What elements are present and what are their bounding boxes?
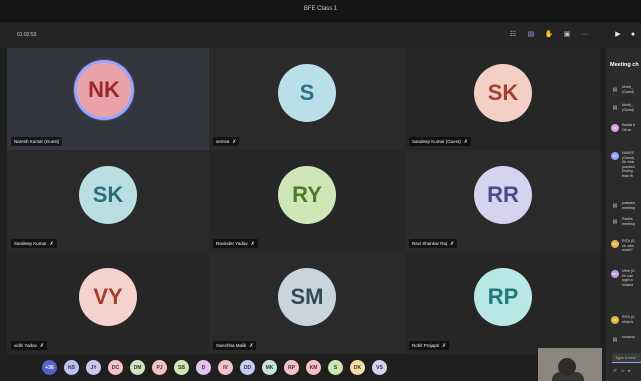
title-bar: BFE Class 1 [0,0,641,22]
chat-message-text: Mohit_ (Guest) [622,85,634,94]
call-controls: ☷ ▤ ✋ ▣ ··· [508,28,590,40]
participant-mini-avatar[interactable]: MK [262,360,277,375]
chat-message-text: Kavita K Ok sir [622,123,636,132]
chat-format-tools[interactable]: ✐☺▸ [613,368,634,374]
participant-mini-avatar[interactable]: DC [108,360,123,375]
raise-hand-icon[interactable]: ✋ [544,28,554,40]
chat-message-text: RITA (G what is [622,315,635,324]
sender-avatar: RY [611,316,619,324]
participant-name: Ravi Shankar Raj ✗ [409,239,458,248]
participant-tile[interactable]: RP Rohit Prajapti ✗ [405,252,601,354]
participant-mini-avatar[interactable]: DD [240,360,255,375]
participant-mini-avatar[interactable]: +36 [42,360,57,375]
chat-input[interactable]: Type a new [612,353,641,363]
system-event-icon: ▤ [612,219,618,225]
self-video-preview[interactable] [538,348,602,381]
system-event-icon: ▤ [612,203,618,209]
participant-avatar: RR [474,166,532,224]
mic-muted-icon: ✗ [49,240,54,247]
participant-avatar: RP [474,268,532,326]
call-toolbar: 01:02:53 ☷ ▤ ✋ ▣ ··· ▶ ● [0,22,641,48]
meeting-chat-panel: Meeting ch ▤ Mohit_ (Guest) ▤ Mohit_ (Guest… [606,48,641,381]
participants-icon[interactable]: ☷ [508,28,518,40]
participant-name: Naresh Kumar (Guest) [11,137,63,146]
call-timer: 01:02:53 [17,32,37,38]
participant-name: Rohit Prajapti ✗ [409,341,450,350]
overflow-avatars: +36 NS JY DC DM PJ SB D IV DD MK RP KM S DK VS [42,360,387,375]
participant-tile[interactable]: SK Sandeep Kumar (Guest) ✗ [405,48,601,150]
chat-message-text: RITA (G sir, whe exam? [622,239,635,253]
participant-avatar: RY [278,166,336,224]
participant-avatar: SK [474,64,532,122]
participant-mini-avatar[interactable]: PJ [152,360,167,375]
breakout-rooms-icon[interactable]: ▣ [562,28,572,40]
sender-avatar: KK [611,124,619,132]
chat-message-text: Mohit_ (Guest) [622,103,634,112]
chat-message-text: prakash meeting [622,201,635,210]
sender-avatar: RY [611,240,619,248]
participant-mini-avatar[interactable]: IV [218,360,233,375]
mic-muted-icon: ✗ [39,342,45,349]
chat-message-text: Radha meeting [622,217,635,226]
system-event-icon: ▤ [612,105,618,111]
participant-mini-avatar[interactable]: D [196,360,211,375]
window-title: BFE Class 1 [303,6,338,12]
more-actions-icon[interactable]: ··· [580,28,590,40]
participant-avatar: NK [77,63,131,117]
participant-avatar: SK [79,166,137,224]
sender-avatar: NK [611,152,619,160]
chat-message-text: sunaina [622,335,635,339]
participant-name: Sandeep Kumar (Guest) ✗ [409,137,471,146]
participant-mini-avatar[interactable]: RP [284,360,299,375]
participant-mini-avatar[interactable]: NS [64,360,79,375]
participant-mini-avatar[interactable]: DM [130,360,145,375]
participant-mini-avatar[interactable]: KM [306,360,321,375]
sender-avatar: MG [611,270,619,278]
participant-name: Sandeep Kumar ✗ [11,239,57,248]
mic-muted-icon: ✗ [463,138,468,145]
participant-tile[interactable]: VY vidhi Yadav ✗ [7,252,209,354]
participant-mini-avatar[interactable]: JY [86,360,101,375]
camera-icon[interactable]: ▶ [612,28,624,40]
mic-muted-icon: ✗ [442,342,447,349]
participant-avatar: VY [79,268,137,326]
participant-tile[interactable]: RY Ravinder Yadav ✗ [209,150,405,252]
mic-muted-icon: ✗ [232,138,237,145]
participant-mini-avatar[interactable]: SB [174,360,189,375]
chat-message-text: NAVEE (Guest) Sir char practica finding … [622,151,635,178]
participant-mini-avatar[interactable]: DK [350,360,365,375]
participant-mini-avatar[interactable]: VS [372,360,387,375]
mic-muted-icon: ✗ [250,240,255,247]
participant-tile[interactable]: RR Ravi Shankar Raj ✗ [405,150,601,252]
chat-message-text: Mihir (G Sir can login a related [622,269,635,287]
mic-muted-icon: ✗ [249,342,254,349]
participant-tile[interactable]: SK Sandeep Kumar ✗ [7,150,209,252]
participant-tile[interactable]: SM Swechha Malik ✗ [209,252,405,354]
microphone-icon[interactable]: ● [627,28,639,40]
participant-mini-avatar[interactable]: S [328,360,343,375]
participant-name: vidhi Yadav ✗ [11,341,48,350]
system-event-icon: ▤ [612,337,618,343]
participant-avatar: SM [278,268,336,326]
participant-tile[interactable]: S semsa ✗ [209,48,405,150]
mic-muted-icon: ✗ [450,240,455,247]
chat-title: Meeting ch [610,62,639,68]
chat-icon[interactable]: ▤ [526,28,536,40]
video-grid: NK Naresh Kumar (Guest) S semsa ✗ SK Sand… [7,48,601,354]
participant-avatar: S [278,64,336,122]
participant-name: Swechha Malik ✗ [213,341,257,350]
self-video-head [558,358,576,376]
participant-name: semsa ✗ [213,137,240,146]
participant-tile[interactable]: NK Naresh Kumar (Guest) [7,48,209,150]
participant-name: Ravinder Yadav ✗ [213,239,258,248]
system-event-icon: ▤ [612,87,618,93]
